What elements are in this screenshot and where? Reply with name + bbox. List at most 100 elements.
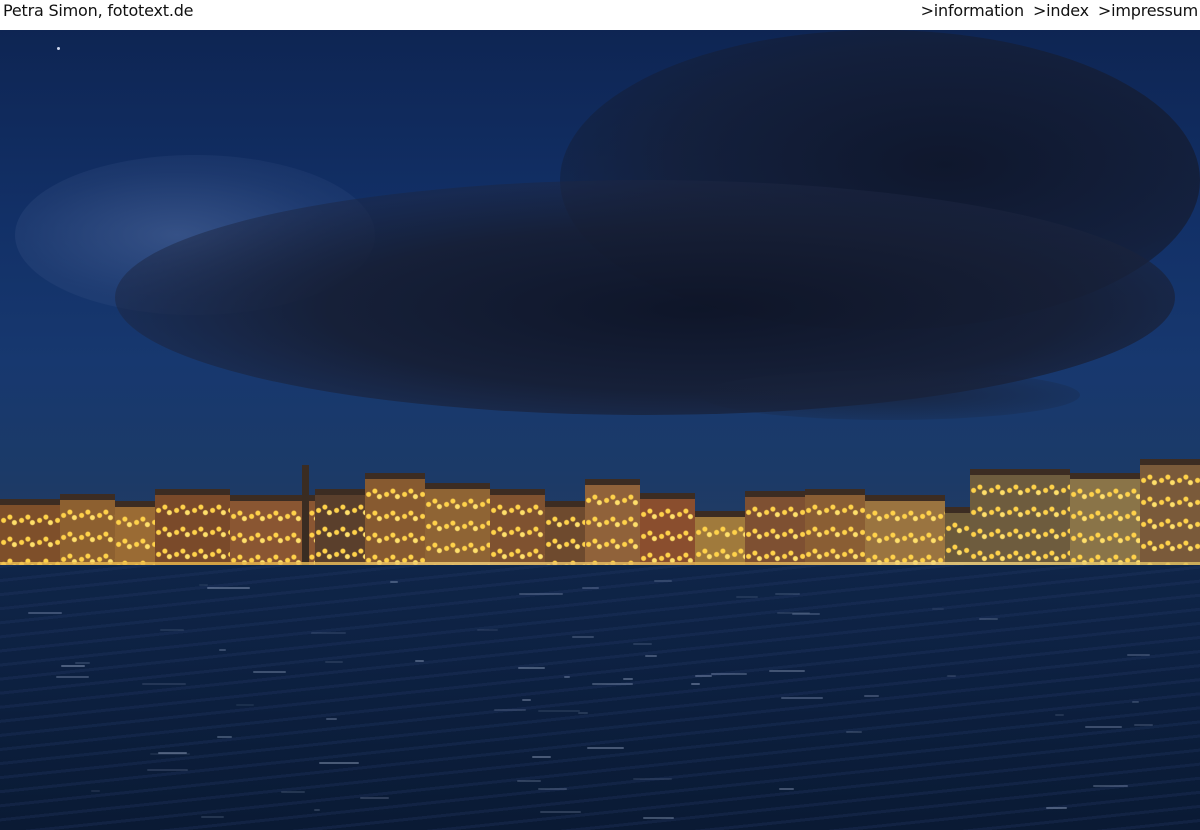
water-glint — [28, 612, 62, 614]
water-glint — [592, 683, 633, 685]
water-glint — [932, 608, 944, 610]
skyline-roof — [585, 479, 640, 485]
water-glint — [201, 816, 224, 818]
water-glint — [532, 756, 551, 758]
water-glint — [781, 697, 823, 699]
skyline-building — [545, 501, 585, 565]
skyline-roof — [640, 493, 695, 499]
water-glint — [281, 791, 305, 793]
skyline-building — [315, 489, 365, 565]
skyline-roof — [155, 489, 230, 495]
water-glint — [846, 731, 862, 733]
water-glint — [1055, 714, 1064, 716]
skyline-building — [865, 495, 945, 565]
skyline-roof — [545, 501, 585, 507]
water-glint — [1134, 724, 1153, 726]
skyline-chimney — [302, 465, 309, 565]
water-glint — [494, 709, 526, 711]
nav-link-information[interactable]: >information — [921, 0, 1025, 26]
water-glint — [326, 718, 337, 720]
water-glint — [390, 581, 398, 583]
skyline-roof — [970, 469, 1070, 475]
water-glint — [207, 587, 250, 589]
skyline-building — [585, 479, 640, 565]
water-glint — [217, 736, 232, 738]
water-glint — [947, 675, 956, 677]
main-photo[interactable] — [0, 30, 1200, 830]
photo-skyline — [0, 459, 1200, 565]
skyline-building — [745, 491, 805, 565]
water-glint — [769, 670, 805, 672]
water-glint — [319, 762, 359, 764]
water-glint — [979, 618, 998, 620]
water-glint — [691, 683, 700, 685]
water-glint — [142, 683, 186, 685]
skyline-roof — [315, 489, 365, 495]
water-glint — [633, 778, 672, 780]
skyline-building — [0, 499, 62, 565]
water-glint — [75, 662, 90, 664]
water-glint — [654, 580, 672, 582]
skyline-building — [115, 501, 155, 565]
skyline-roof — [1140, 459, 1200, 465]
water-glint — [538, 788, 567, 790]
water-glint — [572, 636, 594, 638]
water-glint — [311, 632, 346, 634]
water-glint — [519, 593, 563, 595]
water-glint — [91, 790, 100, 792]
water-glint — [219, 649, 226, 651]
water-glint — [643, 817, 674, 819]
water-glint — [415, 660, 424, 662]
water-glint — [199, 584, 208, 586]
water-glint — [623, 678, 633, 680]
water-glint — [777, 612, 810, 614]
water-glint — [158, 752, 187, 754]
water-glint — [582, 587, 599, 589]
skyline-building — [365, 473, 425, 565]
water-glint — [1127, 654, 1150, 656]
water-glint — [587, 747, 624, 749]
water-glint — [314, 809, 320, 811]
skyline-building — [805, 489, 865, 565]
water-glint — [518, 667, 545, 669]
water-glint — [1085, 726, 1122, 728]
water-glint — [522, 699, 531, 701]
water-glint — [56, 676, 89, 678]
site-title-link[interactable]: Petra Simon, fototext.de — [3, 0, 194, 26]
skyline-roof — [0, 499, 62, 505]
skyline-roof — [865, 495, 945, 501]
nav-link-impressum[interactable]: >impressum — [1098, 0, 1198, 26]
skyline-building — [60, 494, 115, 565]
skyline-roof — [745, 491, 805, 497]
photo-star — [57, 47, 60, 50]
water-glint — [564, 676, 570, 678]
skyline-building — [640, 493, 695, 565]
water-glint — [477, 629, 498, 631]
water-glint — [1046, 807, 1067, 809]
photo-water — [0, 565, 1200, 830]
water-glint — [61, 665, 85, 667]
skyline-building — [425, 483, 490, 565]
skyline-roof — [695, 511, 745, 517]
water-glint — [360, 797, 389, 799]
skyline-roof — [115, 501, 155, 507]
water-glint — [147, 769, 188, 771]
water-glint — [864, 695, 879, 697]
water-glint — [517, 780, 541, 782]
water-glint — [253, 671, 286, 673]
skyline-building — [1070, 473, 1140, 565]
skyline-building — [970, 469, 1070, 565]
skyline-roof — [490, 489, 545, 495]
skyline-building — [155, 489, 230, 565]
nav-link-index[interactable]: >index — [1033, 0, 1089, 26]
photo-cloud-low — [700, 370, 1080, 420]
water-glint — [540, 811, 581, 813]
water-glint — [645, 655, 657, 657]
skyline-roof — [425, 483, 490, 489]
water-glint — [538, 710, 580, 712]
skyline-roof — [60, 494, 115, 500]
water-glint — [779, 788, 794, 790]
water-glint — [775, 593, 800, 595]
water-glint — [711, 673, 747, 675]
main-nav: >information >index >impressum — [921, 0, 1199, 26]
